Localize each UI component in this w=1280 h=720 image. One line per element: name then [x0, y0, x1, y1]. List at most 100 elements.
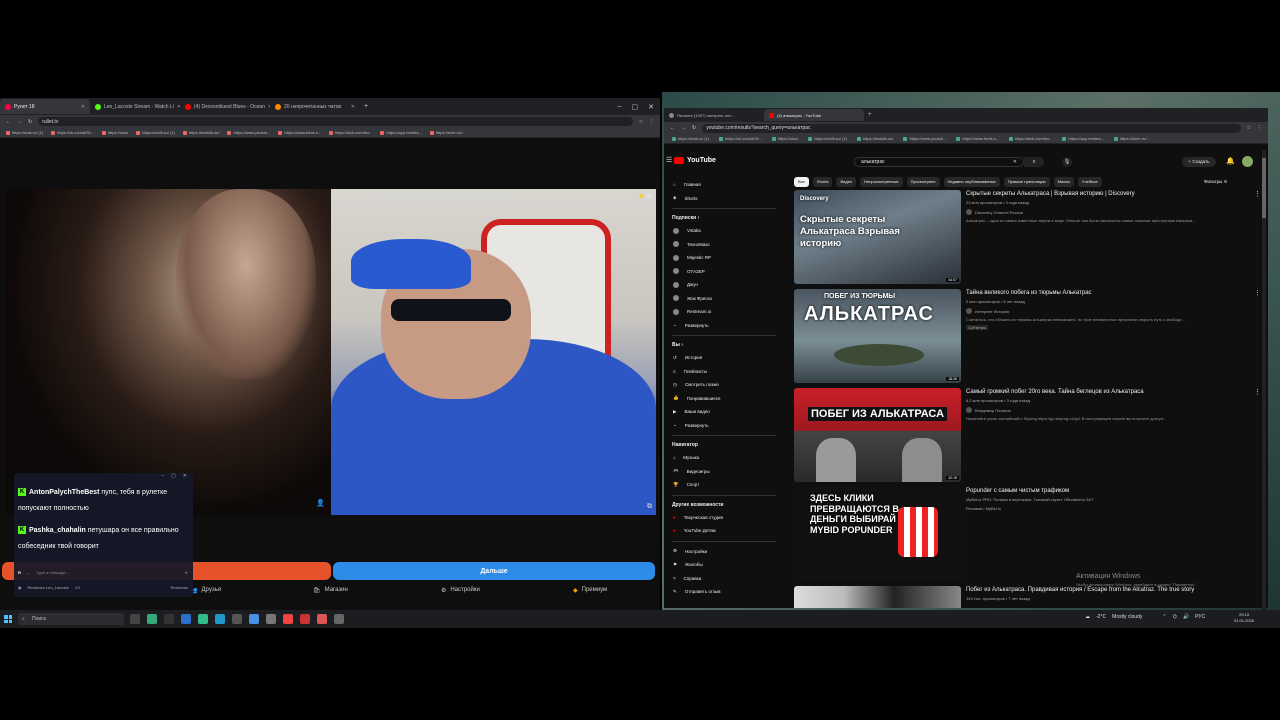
bell-icon[interactable]: 🔔 — [1226, 157, 1235, 165]
menu-settings[interactable]: ⚙ Настройки — [441, 587, 480, 594]
sidebar-item-your-videos[interactable]: ▶ Ваши видео — [664, 405, 784, 419]
channel-row[interactable]: Владимир Потапов — [966, 407, 1246, 413]
video-result[interactable]: ПОБЕГ ИЗ ТЮРЬМЫ АЛЬКАТРАС 18:26 Тайна ве… — [794, 289, 1264, 383]
chip[interactable]: Shorts — [812, 177, 833, 187]
weather-text[interactable]: Mostly cloudy — [1112, 614, 1142, 620]
app-icon[interactable] — [283, 614, 293, 624]
send-icon[interactable]: ➤ — [185, 570, 188, 575]
left-tab-3[interactable]: 20 непрочитанных чатов ✕ — [270, 99, 360, 114]
video-thumbnail[interactable]: Discovery Скрытые секреты Алькатраса Взр… — [794, 190, 961, 284]
right-tab-1[interactable]: (4) алькатрас - YouTube — [764, 109, 864, 121]
close-window-icon[interactable]: ✕ — [648, 103, 654, 111]
sidebar-item-subscription[interactable]: Majestic RP — [664, 251, 784, 265]
chip[interactable]: Просмотрено — [906, 177, 940, 187]
sidebar-item-subscription[interactable]: Vstaka — [664, 224, 784, 238]
sidebar-item-subscription[interactable]: ТехноМакс — [664, 238, 784, 252]
sidebar-item-playlists[interactable]: ≡ Плейлисты — [664, 365, 784, 379]
bookmark[interactable]: https://app.restrea... — [1062, 136, 1104, 141]
left-tab-0[interactable]: Рулет 18 ✕ — [0, 99, 90, 114]
app-icon[interactable] — [300, 614, 310, 624]
right-tab-0[interactable]: Пиланте (1997) смотреть онл... — [664, 109, 764, 121]
sidebar-item-watch-later[interactable]: ◷ Смотреть позже — [664, 378, 784, 392]
clear-icon[interactable]: ✕ — [1013, 159, 1017, 165]
app-icon[interactable] — [164, 614, 174, 624]
new-tab-icon[interactable]: + — [864, 112, 872, 118]
scrollbar-thumb[interactable] — [1262, 158, 1266, 218]
sidebar-item-expand[interactable]: ⌄ Развернуть — [664, 319, 784, 333]
bookmark[interactable]: https://mail.ru/ (1) — [672, 136, 709, 141]
sidebar-item-reports[interactable]: ⚑ Жалобы — [664, 558, 784, 572]
bookmark[interactable]: https://kick.com/leo... — [1009, 136, 1052, 141]
close-icon[interactable]: ✕ — [183, 473, 187, 482]
sidebar-item-gaming[interactable]: 🎮 Видеоигры — [664, 465, 784, 479]
more-options-icon[interactable]: ⋮ — [1254, 388, 1261, 396]
video-title[interactable]: Самый громкий побег 20го века. Тайна бег… — [966, 388, 1246, 396]
bookmark[interactable]: https://twoklik.su/ — [183, 130, 219, 135]
bookmark[interactable]: https://www.fonts.s... — [956, 136, 999, 141]
new-tab-icon[interactable]: + — [360, 103, 368, 110]
menu-friends[interactable]: 👥 Друзья — [190, 587, 221, 594]
sidebar-item-expand[interactable]: ⌄ Развернуть — [664, 419, 784, 433]
chip[interactable]: Видео — [836, 177, 857, 187]
bookmark[interactable]: https://mail.ru/ (1) — [6, 130, 43, 135]
microphone-icon[interactable]: 🎙 — [1062, 157, 1072, 167]
ad-title[interactable]: Popunder с самым чистым трафиком — [966, 487, 1246, 495]
close-icon[interactable]: ✕ — [81, 104, 85, 110]
app-icon[interactable] — [147, 614, 157, 624]
forward-icon[interactable]: → — [681, 125, 686, 131]
chip[interactable]: Непросмотренные — [860, 177, 903, 187]
video-thumbnail[interactable] — [794, 586, 961, 608]
star-icon[interactable]: ☆ — [1247, 125, 1251, 131]
clock[interactable]: 20:13 01.01.2026 — [1234, 612, 1254, 624]
left-tab-1[interactable]: Leo_Lacoste Stream - Watch Li ✕ — [90, 99, 180, 114]
sidebar-item-sport[interactable]: 🏆 Спорт — [664, 478, 784, 492]
app-icon[interactable] — [317, 614, 327, 624]
video-result[interactable]: ПОБЕГ ИЗ АЛЬКАТРАСА 42:15 Самый громкий … — [794, 388, 1264, 482]
hamburger-icon[interactable]: ☰ — [664, 156, 672, 164]
bookmark[interactable]: https://amlli.su/ (1) — [808, 136, 847, 141]
star-icon[interactable]: ☆ — [639, 119, 643, 125]
sidebar-item-music[interactable]: ♪ Музыка — [664, 451, 784, 465]
bookmark[interactable]: https://www.youtub... — [227, 130, 270, 135]
chip[interactable]: Миксы — [1053, 177, 1074, 187]
video-title[interactable]: Побег из Алькатраса. Правдивая история /… — [966, 586, 1246, 594]
volume-icon[interactable]: 🔊 — [1183, 614, 1189, 620]
chat-input[interactable]: R ⌄ Type a message... ➤ — [18, 567, 188, 578]
chevron-down-icon[interactable]: ⌄ — [27, 570, 30, 575]
chip[interactable]: Учебное — [1077, 177, 1102, 187]
channel-row[interactable]: Интернет История — [966, 308, 1246, 314]
menu-icon[interactable]: ⋮ — [1257, 125, 1262, 131]
left-url-input[interactable]: rullet.tv — [38, 117, 633, 126]
bookmark[interactable]: https://amlli.su/ (1) — [136, 130, 175, 135]
app-icon[interactable] — [334, 614, 344, 624]
ad-result[interactable]: ЗДЕСЬ КЛИКИ ПРЕВРАЩАЮТСЯ В ДЕНЬГИ ВЫБИРА… — [794, 487, 1267, 581]
sidebar-item-liked[interactable]: 👍 Понравившиеся — [664, 392, 784, 406]
sidebar-item-subscription[interactable]: Restream.io — [664, 305, 784, 319]
avatar[interactable] — [1242, 156, 1253, 167]
app-icon[interactable] — [198, 614, 208, 624]
reload-icon[interactable]: ↻ — [692, 125, 696, 131]
language-indicator[interactable]: РУС — [1195, 614, 1205, 620]
taskbar-search-input[interactable]: ⌕ Поиск — [18, 613, 124, 625]
close-icon[interactable]: ✕ — [351, 104, 355, 110]
maximize-icon[interactable]: ▢ — [171, 473, 176, 482]
video-thumbnail[interactable]: ПОБЕГ ИЗ АЛЬКАТРАСА 42:15 — [794, 388, 961, 482]
bookmark[interactable]: https://vk.com/al?8... — [719, 136, 762, 141]
sidebar-item-home[interactable]: ⌂ Главная — [664, 178, 784, 192]
task-view-icon[interactable] — [130, 614, 140, 624]
sidebar-item-help[interactable]: ? Справка — [664, 572, 784, 586]
app-icon[interactable] — [181, 614, 191, 624]
bookmark[interactable]: https://dzen.ru/... — [430, 130, 466, 135]
windows-start-icon[interactable] — [4, 615, 12, 623]
create-button[interactable]: + Создать — [1182, 157, 1216, 167]
app-icon[interactable] — [215, 614, 225, 624]
video-result[interactable]: Discovery Скрытые секреты Алькатраса Взр… — [794, 190, 1264, 284]
filters-button[interactable]: Фильтры ⚟ — [1204, 179, 1228, 185]
forward-icon[interactable]: → — [17, 119, 22, 125]
network-icon[interactable]: ⌬ — [1173, 614, 1177, 620]
channel-row[interactable]: Discovery Channel Россия — [966, 209, 1246, 215]
camera-switch-icon[interactable]: ⧉ — [647, 503, 652, 511]
video-title[interactable]: Тайна великого побега из тюрьмы Алькатра… — [966, 289, 1246, 297]
sidebar-item-shorts[interactable]: ◈ Shorts — [664, 192, 784, 206]
sidebar-item-kids[interactable]: ● YouTube Детям — [664, 524, 784, 538]
